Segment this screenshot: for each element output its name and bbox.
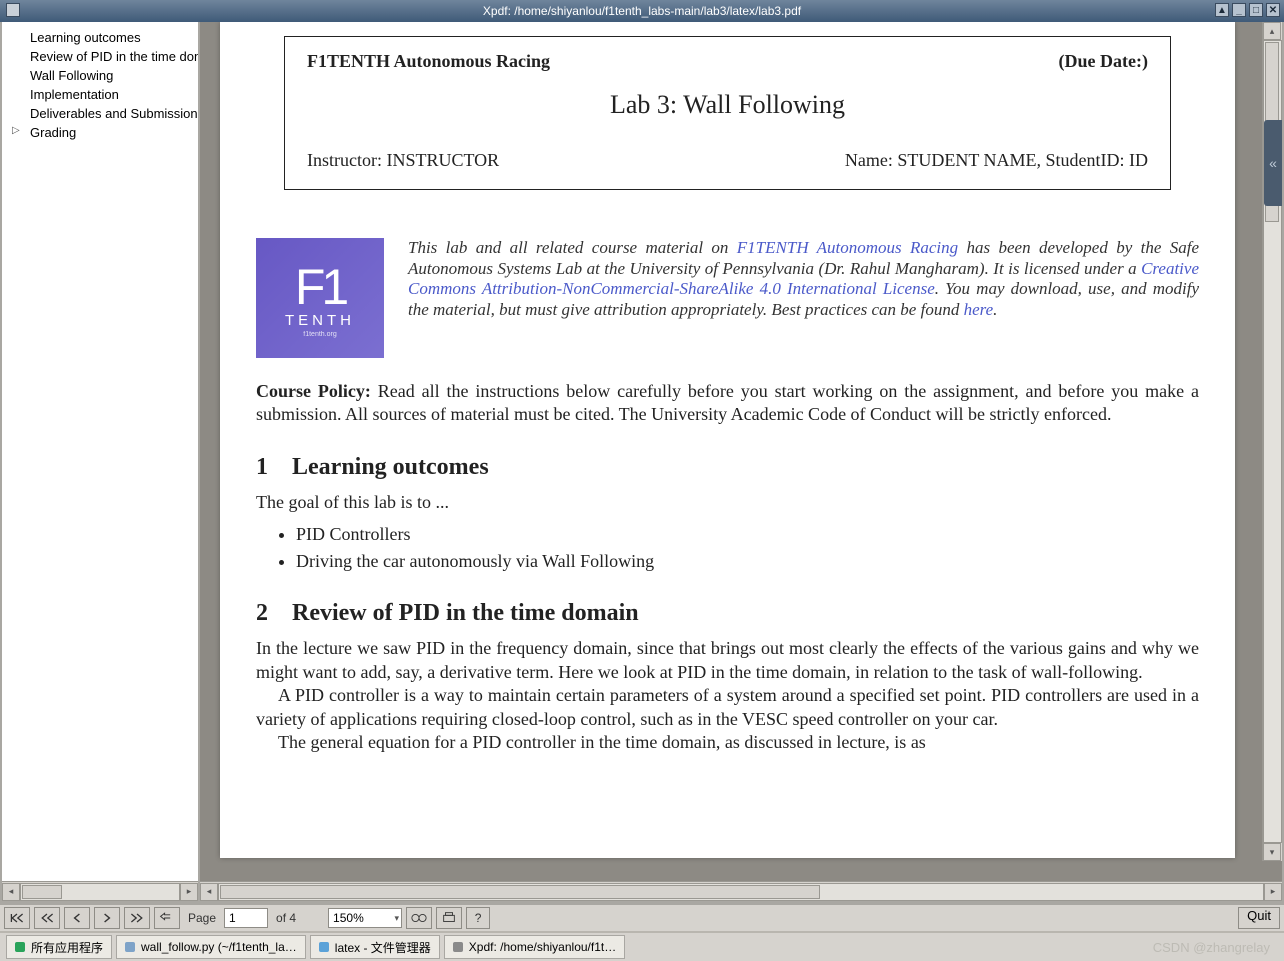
zoom-value: 150% bbox=[333, 911, 364, 925]
app-icon bbox=[6, 3, 20, 17]
pdf-page: F1TENTH Autonomous Racing (Due Date:) La… bbox=[220, 22, 1235, 858]
section-2-p3: The general equation for a PID controlle… bbox=[256, 731, 1199, 754]
scroll-right-icon[interactable]: ▸ bbox=[1264, 883, 1282, 901]
task-label: Xpdf: /home/shiyanlou/f1t… bbox=[469, 940, 616, 954]
quit-button[interactable]: Quit bbox=[1238, 907, 1280, 929]
outline-item[interactable]: Deliverables and Submission bbox=[2, 104, 198, 123]
watermark: CSDN @zhangrelay bbox=[1153, 940, 1270, 955]
apps-icon bbox=[15, 942, 25, 952]
section-2-p1: In the lecture we saw PID in the frequen… bbox=[256, 637, 1199, 684]
section-1-heading: 1Learning outcomes bbox=[256, 454, 1199, 481]
link-f1tenth[interactable]: F1TENTH Autonomous Racing bbox=[737, 238, 958, 257]
outline-item[interactable]: Grading bbox=[2, 123, 198, 142]
scroll-right-icon[interactable]: ▸ bbox=[180, 883, 198, 901]
titlebar[interactable]: Xpdf: /home/shiyanlou/f1tenth_labs-main/… bbox=[0, 0, 1284, 22]
page-total: of 4 bbox=[276, 911, 296, 925]
course-policy: Course Policy: Read all the instructions… bbox=[256, 380, 1199, 426]
logo-tenth: TENTH bbox=[285, 312, 355, 329]
outline-hscroll[interactable]: ◂ ▸ bbox=[2, 881, 198, 901]
task-icon bbox=[125, 942, 135, 952]
outline-pane: Learning outcomes Review of PID in the t… bbox=[2, 22, 200, 901]
rollup-icon[interactable]: ▲ bbox=[1215, 3, 1229, 17]
task-label: wall_follow.py (~/f1tenth_la… bbox=[141, 940, 297, 954]
minimize-icon[interactable]: _ bbox=[1232, 3, 1246, 17]
task-label: latex - 文件管理器 bbox=[335, 939, 431, 956]
course-name: F1TENTH Autonomous Racing bbox=[307, 51, 550, 72]
section-2-p2: A PID controller is a way to maintain ce… bbox=[256, 684, 1199, 731]
first-page-button[interactable] bbox=[4, 907, 30, 929]
student-field: Name: STUDENT NAME, StudentID: ID bbox=[845, 150, 1148, 171]
viewer-inner[interactable]: F1TENTH Autonomous Racing (Due Date:) La… bbox=[200, 22, 1282, 881]
prev-10-button[interactable] bbox=[34, 907, 60, 929]
scroll-thumb[interactable] bbox=[220, 885, 820, 899]
scroll-left-icon[interactable]: ◂ bbox=[2, 883, 20, 901]
list-item: Driving the car autonomously via Wall Fo… bbox=[296, 551, 1199, 572]
f1tenth-logo: F1 TENTH f1tenth.org bbox=[256, 238, 384, 358]
header-box: F1TENTH Autonomous Racing (Due Date:) La… bbox=[284, 36, 1171, 190]
scroll-track[interactable] bbox=[20, 883, 180, 901]
apps-menu-button[interactable]: 所有应用程序 bbox=[6, 935, 112, 959]
outline-item[interactable]: Learning outcomes bbox=[2, 28, 198, 47]
find-button[interactable] bbox=[406, 907, 432, 929]
list-item: PID Controllers bbox=[296, 524, 1199, 545]
bottom-toolbar: Page of 4 150% ? Quit bbox=[0, 903, 1284, 931]
scroll-left-icon[interactable]: ◂ bbox=[200, 883, 218, 901]
task-item[interactable]: wall_follow.py (~/f1tenth_la… bbox=[116, 935, 306, 959]
prev-page-button[interactable] bbox=[64, 907, 90, 929]
page-label: Page bbox=[188, 911, 216, 925]
due-date: (Due Date:) bbox=[1059, 51, 1148, 72]
task-icon bbox=[319, 942, 329, 952]
scroll-up-icon[interactable]: ▴ bbox=[1263, 22, 1281, 40]
scroll-track[interactable] bbox=[218, 883, 1264, 901]
window-title: Xpdf: /home/shiyanlou/f1tenth_labs-main/… bbox=[483, 4, 801, 18]
apps-label: 所有应用程序 bbox=[31, 939, 103, 956]
section-2-heading: 2Review of PID in the time domain bbox=[256, 600, 1199, 627]
task-item[interactable]: Xpdf: /home/shiyanlou/f1t… bbox=[444, 935, 625, 959]
close-icon[interactable]: ✕ bbox=[1266, 3, 1280, 17]
instructor-field: Instructor: INSTRUCTOR bbox=[307, 150, 499, 171]
taskbar: 所有应用程序 wall_follow.py (~/f1tenth_la… lat… bbox=[0, 931, 1284, 961]
outline-item[interactable]: Wall Following bbox=[2, 66, 198, 85]
next-page-button[interactable] bbox=[94, 907, 120, 929]
section-1-body: The goal of this lab is to ... bbox=[256, 491, 1199, 514]
maximize-icon[interactable]: □ bbox=[1249, 3, 1263, 17]
right-drawer-handle[interactable]: « bbox=[1264, 120, 1282, 206]
outline-item[interactable]: Review of PID in the time domain bbox=[2, 47, 198, 66]
lab-title: Lab 3: Wall Following bbox=[307, 90, 1148, 120]
outline-item[interactable]: Implementation bbox=[2, 85, 198, 104]
section-1-list: PID Controllers Driving the car autonomo… bbox=[296, 524, 1199, 572]
license-text: This lab and all related course material… bbox=[408, 238, 1199, 358]
content-area: Learning outcomes Review of PID in the t… bbox=[0, 22, 1284, 903]
task-item[interactable]: latex - 文件管理器 bbox=[310, 935, 440, 959]
viewer-pane: F1TENTH Autonomous Racing (Due Date:) La… bbox=[200, 22, 1282, 901]
scroll-thumb[interactable] bbox=[22, 885, 62, 899]
scroll-down-icon[interactable]: ▾ bbox=[1263, 843, 1281, 861]
logo-sub: f1tenth.org bbox=[303, 331, 336, 338]
help-button[interactable]: ? bbox=[466, 907, 490, 929]
back-history-button[interactable] bbox=[154, 907, 180, 929]
zoom-combo[interactable]: 150% bbox=[328, 908, 402, 928]
link-here[interactable]: here bbox=[964, 300, 994, 319]
next-10-button[interactable] bbox=[124, 907, 150, 929]
viewer-hscroll[interactable]: ◂ ▸ bbox=[200, 881, 1282, 901]
page-input[interactable] bbox=[224, 908, 268, 928]
print-button[interactable] bbox=[436, 907, 462, 929]
task-icon bbox=[453, 942, 463, 952]
logo-f1: F1 bbox=[295, 258, 345, 316]
